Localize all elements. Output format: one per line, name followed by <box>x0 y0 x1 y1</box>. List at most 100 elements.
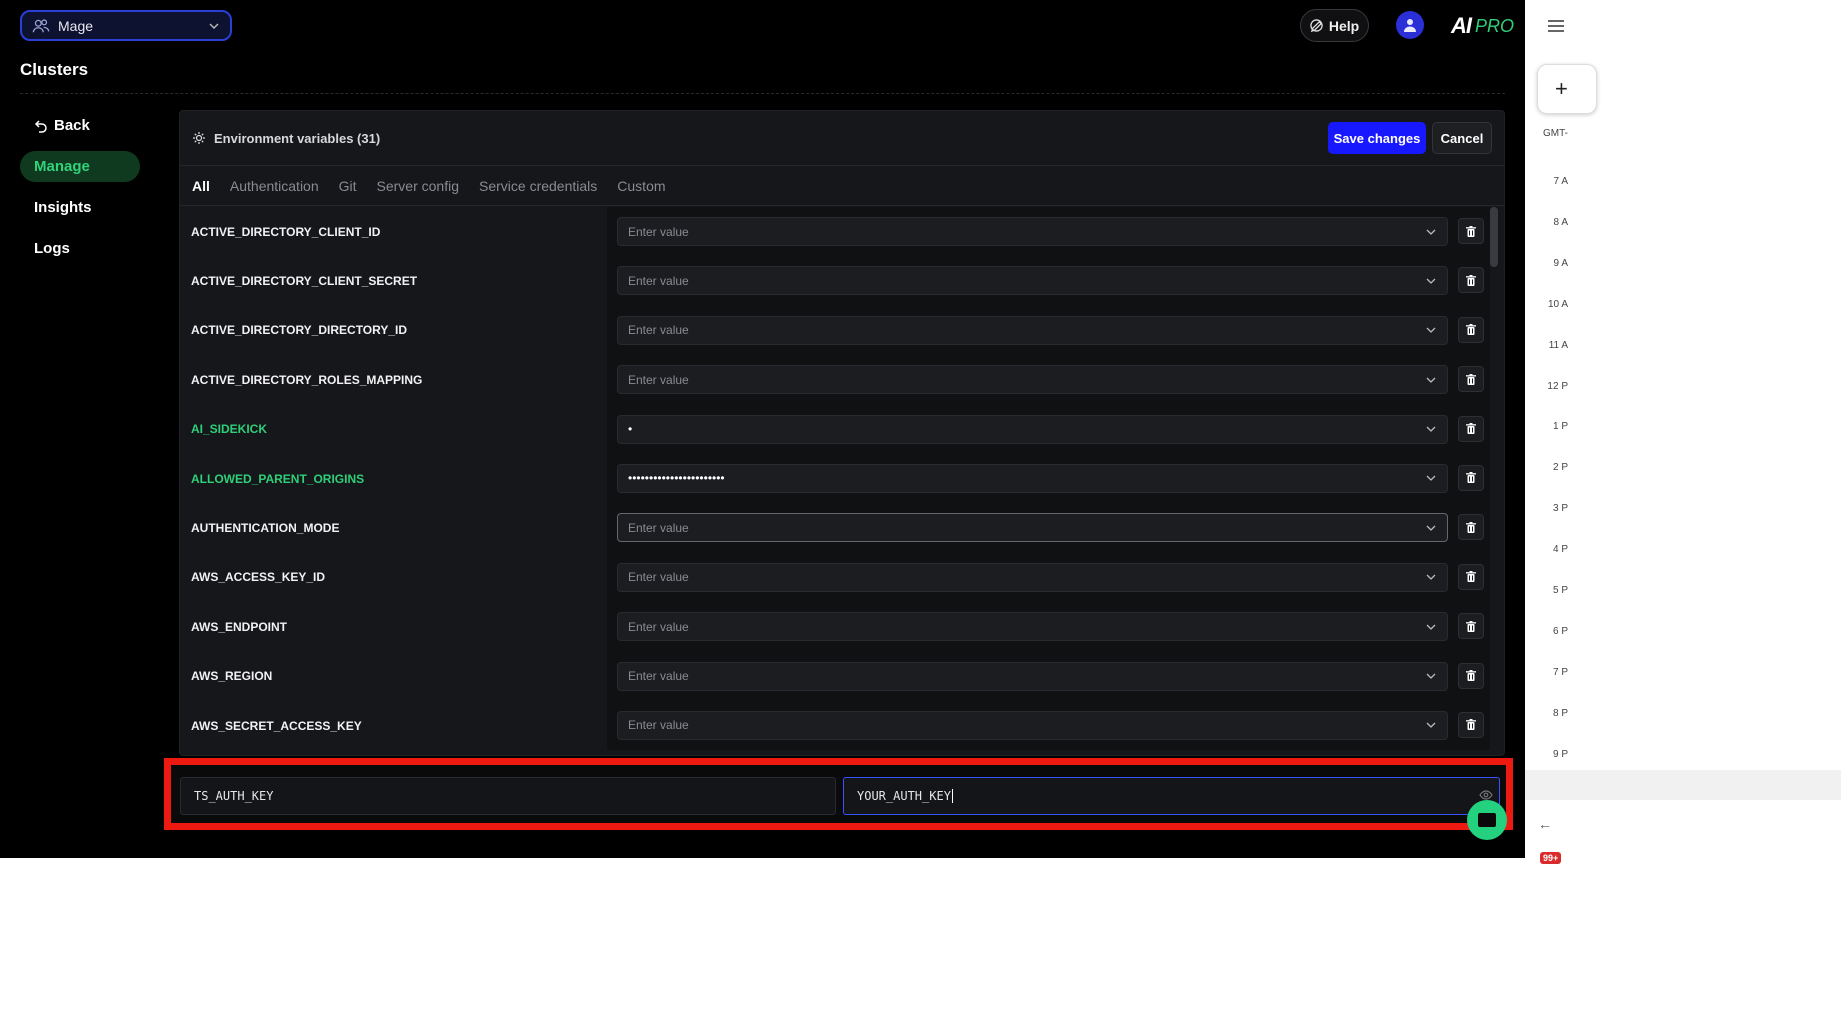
env-var-value-input[interactable]: Enter value <box>617 612 1448 642</box>
help-icon <box>1310 19 1323 32</box>
timezone-label: GMT- <box>1543 128 1568 139</box>
env-var-value-input[interactable]: Enter value <box>617 365 1448 395</box>
tab-authentication[interactable]: Authentication <box>230 178 319 194</box>
env-var-value-input[interactable]: Enter value <box>617 661 1448 691</box>
trash-icon <box>1466 274 1476 286</box>
env-var-row: AUTHENTICATION_MODE Enter value <box>180 503 1490 553</box>
env-var-value-input[interactable]: Enter value <box>617 562 1448 592</box>
env-var-value: Enter value <box>628 669 689 684</box>
hamburger-menu-icon[interactable] <box>1547 19 1565 33</box>
avatar[interactable] <box>1396 11 1424 39</box>
delete-button[interactable] <box>1458 267 1484 294</box>
env-var-value-input[interactable]: Enter value <box>617 217 1448 246</box>
value-cell: Enter value <box>607 503 1490 553</box>
tab-service-credentials[interactable]: Service credentials <box>479 178 597 194</box>
tab-all[interactable]: All <box>192 178 210 194</box>
new-variable-value-input[interactable]: YOUR_AUTH_KEY <box>843 777 1500 815</box>
back-arrow-icon[interactable]: ← <box>1538 816 1552 832</box>
hour-label: 9 P <box>1552 748 1568 760</box>
hour-label: 4 P <box>1552 544 1568 556</box>
tab-git[interactable]: Git <box>339 178 357 194</box>
value-cell: Enter value <box>607 355 1490 405</box>
chevron-down-icon <box>1426 475 1436 482</box>
back-button[interactable]: Back <box>20 110 140 141</box>
env-var-value-input[interactable]: ••••••••••••••••••••••• <box>617 463 1448 493</box>
sidebar-item-insights[interactable]: Insights <box>20 192 140 223</box>
cancel-button[interactable]: Cancel <box>1432 122 1492 154</box>
delete-button[interactable] <box>1458 514 1484 541</box>
page-title: Clusters <box>20 60 89 79</box>
delete-button[interactable] <box>1458 662 1484 689</box>
env-var-row: AWS_REGION Enter value <box>180 651 1490 701</box>
value-cell: Enter value <box>607 651 1490 701</box>
chevron-down-icon <box>1426 525 1436 531</box>
env-var-value-input[interactable]: Enter value <box>617 315 1448 345</box>
delete-button[interactable] <box>1458 366 1484 393</box>
sidebar-item-logs[interactable]: Logs <box>20 233 140 264</box>
env-var-key: ALLOWED_PARENT_ORIGINS <box>191 471 365 486</box>
chevron-down-icon <box>1426 574 1436 581</box>
sparkle-icon <box>193 132 205 144</box>
env-var-row: AWS_ACCESS_KEY_ID Enter value <box>180 552 1490 603</box>
delete-button[interactable] <box>1458 464 1484 491</box>
divider <box>20 93 1505 94</box>
chevron-down-icon <box>1426 229 1436 235</box>
help-button[interactable]: Help <box>1300 9 1369 42</box>
trash-icon <box>1466 324 1476 336</box>
hour-label: 3 P <box>1552 503 1568 515</box>
tab-server-config[interactable]: Server config <box>377 178 459 194</box>
logo: AI PRO <box>1451 13 1514 39</box>
nav-label: Back <box>54 117 90 134</box>
env-var-value-input[interactable]: Enter value <box>617 710 1448 740</box>
delete-button[interactable] <box>1458 415 1484 442</box>
hour-label: 7 A <box>1553 176 1568 187</box>
nav-label: Manage <box>34 158 90 175</box>
delete-button[interactable] <box>1458 613 1484 640</box>
hour-label: 6 P <box>1552 625 1568 637</box>
trash-icon <box>1466 620 1476 632</box>
env-var-list: ACTIVE_DIRECTORY_CLIENT_ID Enter value A… <box>180 207 1490 751</box>
new-variable-key-input[interactable]: TS_AUTH_KEY <box>180 777 836 815</box>
env-var-value: Enter value <box>628 224 689 239</box>
side-nav: Back Manage Insights Logs <box>20 110 140 274</box>
save-changes-button[interactable]: Save changes <box>1328 122 1426 154</box>
delete-button[interactable] <box>1458 563 1484 590</box>
chevron-down-icon <box>1426 327 1436 334</box>
nav-label: Insights <box>34 199 92 216</box>
env-var-key: ACTIVE_DIRECTORY_ROLES_MAPPING <box>191 372 423 387</box>
env-var-value-input[interactable]: Enter value <box>617 513 1448 543</box>
workspace-select[interactable]: Mage <box>20 10 232 41</box>
env-var-value: Enter value <box>628 372 689 387</box>
value-cell: Enter value <box>607 256 1490 306</box>
env-var-row: AI_SIDEKICK • <box>180 404 1490 454</box>
env-var-row: ACTIVE_DIRECTORY_ROLES_MAPPING Enter val… <box>180 355 1490 405</box>
delete-button[interactable] <box>1458 316 1484 343</box>
users-icon <box>32 18 50 32</box>
env-var-row: ACTIVE_DIRECTORY_CLIENT_ID Enter value <box>180 207 1490 257</box>
value-cell: Enter value <box>607 700 1490 751</box>
value-cell: • <box>607 404 1490 454</box>
env-var-value-input[interactable]: • <box>617 414 1448 444</box>
env-var-value: Enter value <box>628 323 689 338</box>
chat-fab-button[interactable] <box>1467 800 1507 840</box>
chevron-down-icon <box>1426 624 1436 630</box>
create-button[interactable]: + <box>1537 64 1597 114</box>
scrollbar[interactable] <box>1490 207 1498 267</box>
new-key-text: TS_AUTH_KEY <box>194 789 274 803</box>
sidebar-item-manage[interactable]: Manage <box>20 151 140 182</box>
env-var-key: AI_SIDEKICK <box>191 422 268 437</box>
workspace-name: Mage <box>58 17 94 34</box>
hour-label: 8 A <box>1553 216 1568 228</box>
notification-badge: 99+ <box>1540 852 1562 864</box>
env-var-value-input[interactable]: Enter value <box>617 266 1448 296</box>
hour-label: 10 A <box>1547 298 1568 310</box>
env-var-key: ACTIVE_DIRECTORY_DIRECTORY_ID <box>191 323 408 338</box>
env-var-key: ACTIVE_DIRECTORY_CLIENT_SECRET <box>191 274 418 289</box>
panel-header: Environment variables (31) Save changes … <box>180 111 1504 166</box>
env-var-key: AUTHENTICATION_MODE <box>191 521 340 536</box>
tab-custom[interactable]: Custom <box>617 178 665 194</box>
delete-button[interactable] <box>1458 218 1484 244</box>
env-var-row: ALLOWED_PARENT_ORIGINS •••••••••••••••••… <box>180 453 1490 504</box>
delete-button[interactable] <box>1458 711 1484 738</box>
new-value-text: YOUR_AUTH_KEY <box>857 789 951 803</box>
